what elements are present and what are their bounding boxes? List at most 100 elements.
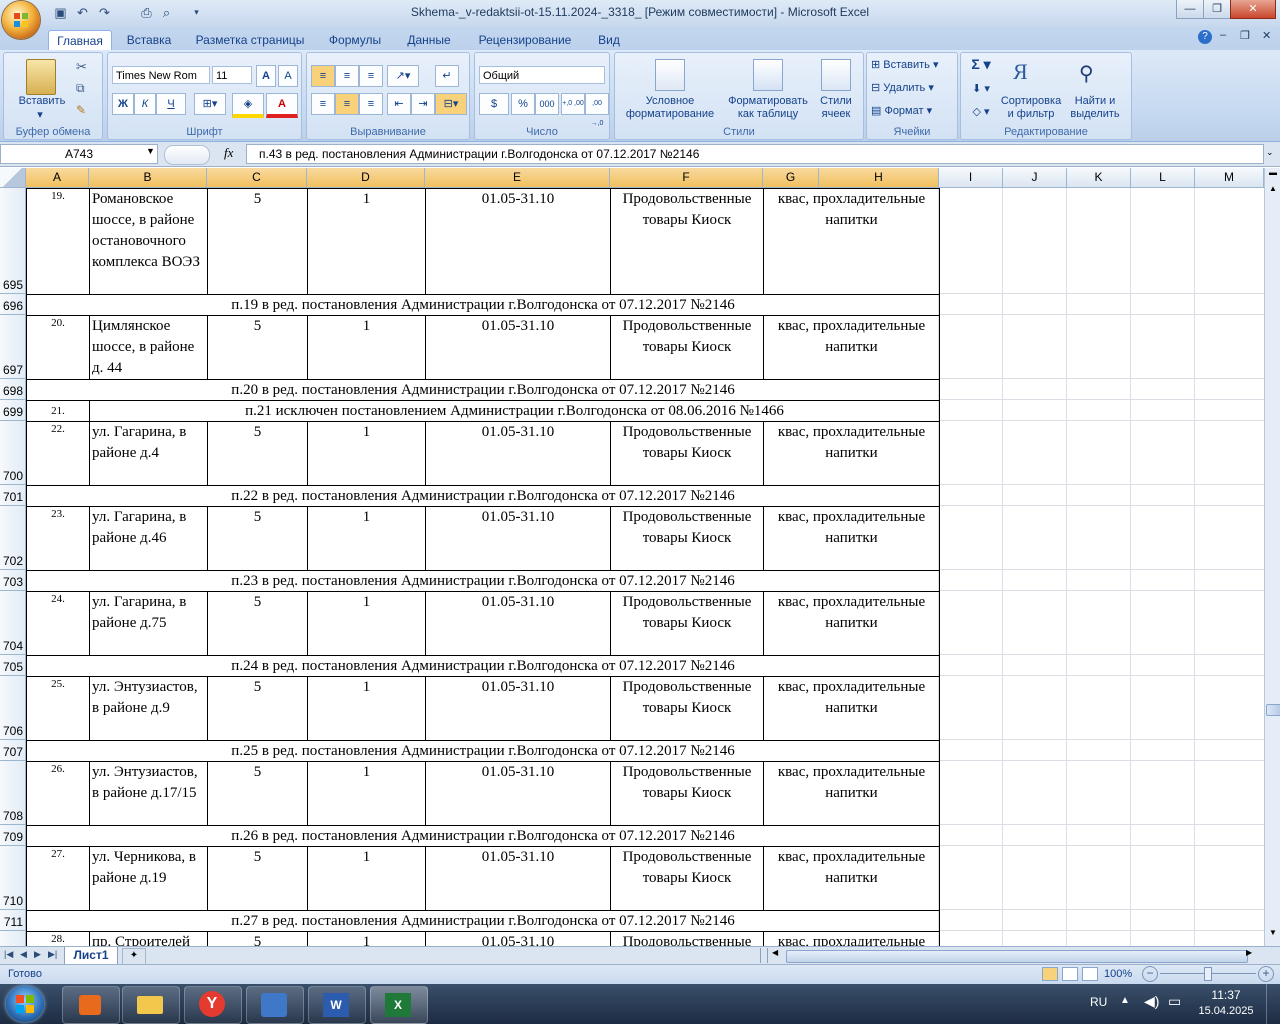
period-cell[interactable]: 01.05-31.10 [425,188,611,295]
number-format-combo[interactable]: Общий [479,66,605,84]
normal-view-icon[interactable] [1042,967,1058,981]
volume-icon[interactable]: ◀) [1144,993,1159,1010]
row-header[interactable]: 699 [0,400,25,421]
assortment-cell[interactable]: квас, прохладительные напитки [763,506,940,571]
workbook-close-icon[interactable]: ✕ [1262,29,1271,42]
customize-qat-icon[interactable]: ▾ [188,4,205,21]
clock-date[interactable]: 15.04.2025 [1192,1005,1260,1017]
column-c-cell[interactable]: 5 [207,931,308,946]
column-header-f[interactable]: F [610,168,763,187]
italic-button[interactable]: К [134,93,156,115]
goods-type-cell[interactable]: Продовольственные [610,931,764,946]
row-header[interactable]: 706 [0,676,25,740]
row-header[interactable]: 697 [0,315,25,379]
orientation-icon[interactable]: ↗▾ [387,65,419,87]
goods-type-cell[interactable]: Продовольственные товары Киоск [610,188,764,295]
insert-sheet-icon[interactable]: ✦ [122,948,146,965]
address-cell[interactable]: ул. Гагарина, в районе д.75 [89,591,208,656]
column-c-cell[interactable]: 5 [207,761,308,826]
address-cell[interactable]: ул. Энтузиастов, в районе д.17/15 [89,761,208,826]
column-c-cell[interactable]: 5 [207,188,308,295]
assortment-cell[interactable]: квас, прохладительные напитки [763,188,940,295]
formula-bar-handle[interactable] [164,145,210,165]
column-header-d[interactable]: D [307,168,425,187]
column-header-h[interactable]: H [819,168,939,187]
address-cell[interactable]: ул. Черникова, в районе д.19 [89,846,208,911]
column-d-cell[interactable]: 1 [307,188,426,295]
increase-decimal-button[interactable]: +,0 ,00 [561,93,585,115]
address-cell[interactable]: ул. Энтузиастов, в районе д.9 [89,676,208,741]
amendment-note-cell[interactable]: п.19 в ред. постановления Администрации … [26,294,940,316]
taskbar-explorer[interactable] [122,986,180,1024]
column-c-cell[interactable]: 5 [207,846,308,911]
decrease-indent-icon[interactable]: ⇤ [387,93,411,115]
row-header[interactable]: 711 [0,910,25,931]
column-header-e[interactable]: E [425,168,610,187]
column-d-cell[interactable]: 1 [307,591,426,656]
row-header[interactable]: 704 [0,591,25,655]
split-box[interactable]: ▬ [1266,168,1280,182]
next-sheet-icon[interactable]: ▶ [34,949,41,960]
redo-icon[interactable]: ↷ [96,4,113,21]
address-cell[interactable]: Цимлянское шоссе, в районе д. 44 [89,315,208,380]
period-cell[interactable]: 01.05-31.10 [425,506,611,571]
row-header[interactable]: 700 [0,421,25,485]
zoom-out-icon[interactable]: − [1142,966,1158,982]
period-cell[interactable]: 01.05-31.10 [425,931,611,946]
column-header-m[interactable]: M [1195,168,1264,187]
address-cell[interactable]: ул. Гагарина, в районе д.4 [89,421,208,486]
row-header[interactable]: 696 [0,294,25,315]
format-cells-button[interactable]: ▤ Формат ▾ [871,105,955,118]
column-d-cell[interactable]: 1 [307,846,426,911]
currency-button[interactable]: $ [479,93,509,115]
align-bottom-icon[interactable]: ≡ [359,65,383,87]
assortment-cell[interactable]: квас, прохладительные напитки [763,421,940,486]
align-top-icon[interactable]: ≡ [311,65,335,87]
clock-time[interactable]: 11:37 [1196,988,1256,1002]
row-header[interactable]: 705 [0,655,25,676]
taskbar-app[interactable] [246,986,304,1024]
amendment-note-cell[interactable]: п.24 в ред. постановления Администрации … [26,655,940,677]
first-sheet-icon[interactable]: |◀ [4,949,13,960]
bold-button[interactable]: Ж [112,93,134,115]
amendment-note-cell[interactable]: п.20 в ред. постановления Администрации … [26,379,940,401]
last-sheet-icon[interactable]: ▶| [48,949,57,960]
goods-type-cell[interactable]: Продовольственные товары Киоск [610,846,764,911]
row-header[interactable]: 703 [0,570,25,591]
merge-center-icon[interactable]: ⊟▾ [435,93,467,115]
minimize-button[interactable]: — [1176,0,1204,19]
assortment-cell[interactable]: квас, прохладительные напитки [763,591,940,656]
page-layout-view-icon[interactable] [1062,967,1078,981]
print-icon[interactable]: ⎙ [138,4,155,21]
item-number-cell[interactable]: 20. [26,315,90,380]
row-header[interactable]: 707 [0,740,25,761]
row-header[interactable]: 695 [0,188,25,294]
expand-formula-bar-icon[interactable]: ⌄ [1266,147,1274,158]
period-cell[interactable]: 01.05-31.10 [425,676,611,741]
cut-icon[interactable]: ✂ [76,59,87,75]
insert-cells-button[interactable]: ⊞ Вставить ▾ [871,59,955,72]
undo-icon[interactable]: ↶ [74,4,91,21]
show-desktop-button[interactable] [1266,984,1280,1024]
item-number-cell[interactable]: 19. [26,188,90,295]
vertical-scrollbar[interactable]: ▬ ▲ ▼ [1264,168,1280,946]
grow-font-icon[interactable]: A [256,65,276,87]
worksheet-grid[interactable]: 19. Романовское шоссе, в районе остановоч… [26,188,1264,946]
amendment-note-cell[interactable]: п.23 в ред. постановления Администрации … [26,570,940,592]
formula-input[interactable]: п.43 в ред. постановления Администрации … [246,144,1264,164]
network-icon[interactable]: ▭ [1168,993,1181,1010]
column-d-cell[interactable]: 1 [307,421,426,486]
wrap-text-icon[interactable]: ↵ [435,65,459,87]
assortment-cell[interactable]: квас, прохладительные [763,931,940,946]
sort-filter-button[interactable]: Сортировка [995,95,1067,108]
scroll-down-icon[interactable]: ▼ [1266,928,1280,942]
font-color-icon[interactable]: A [266,93,298,118]
goods-type-cell[interactable]: Продовольственные товары Киоск [610,421,764,486]
row-header[interactable]: 702 [0,506,25,570]
zoom-in-icon[interactable]: + [1258,966,1274,982]
taskbar-excel[interactable]: X [370,986,428,1024]
format-painter-icon[interactable]: ✎ [76,103,86,117]
item-number-cell[interactable]: 23. [26,506,90,571]
column-header-i[interactable]: I [939,168,1003,187]
assortment-cell[interactable]: квас, прохладительные напитки [763,846,940,911]
